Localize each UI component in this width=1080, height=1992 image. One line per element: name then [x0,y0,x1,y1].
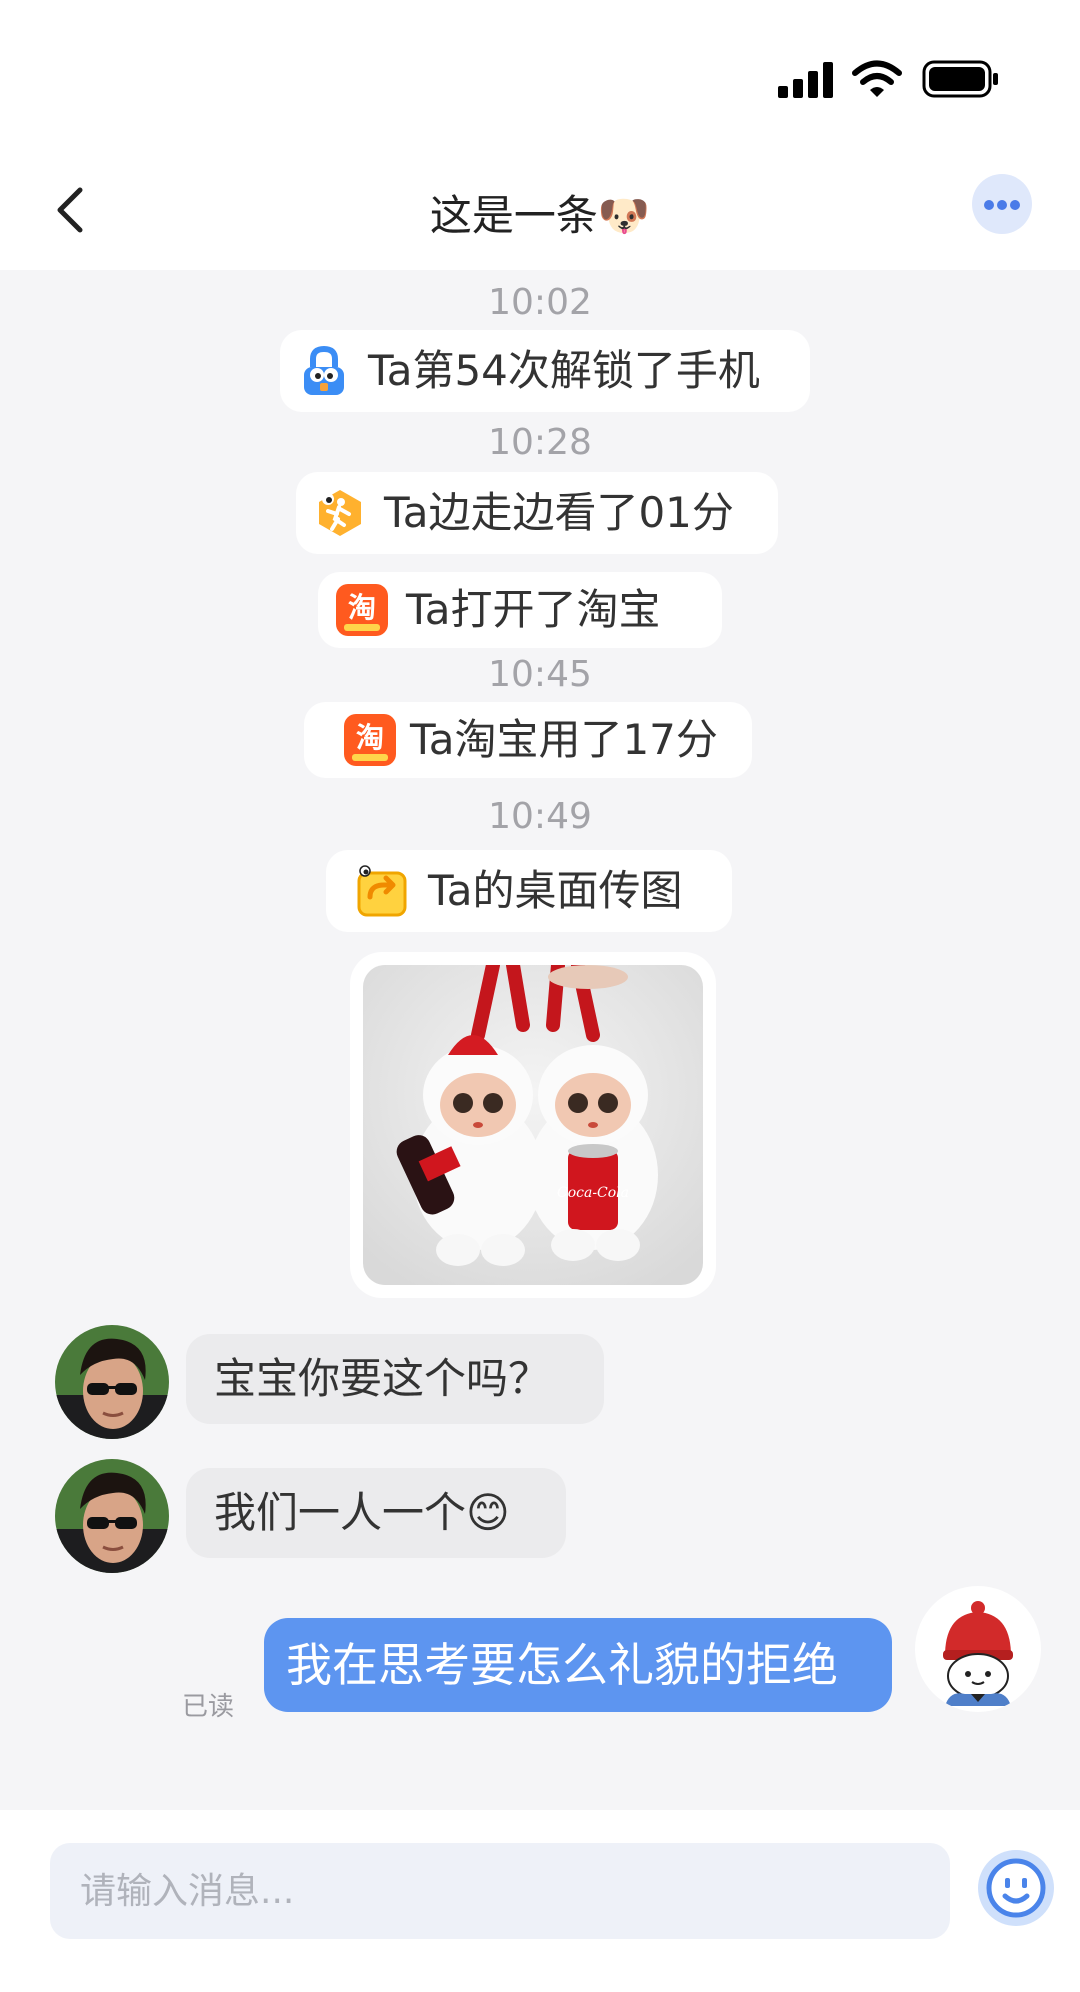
shared-image[interactable]: Coca-Cola [363,965,703,1285]
signal-icon [778,62,833,98]
read-receipt: 已读 [182,1692,235,1722]
event-text: Ta的桌面传图 [428,866,683,915]
event-text: Ta边走边看了01分 [384,488,734,537]
timestamp: 10:49 [488,796,592,837]
incoming-message: 宝宝你要这个吗？ [186,1334,604,1424]
my-avatar[interactable] [915,1586,1041,1712]
chat-header: 这是一条🐶 [0,150,1080,270]
message-composer [0,1810,1080,1992]
emoji-button[interactable] [978,1850,1054,1926]
more-options-button[interactable] [972,174,1032,234]
activity-event: Ta第54次解锁了手机 [280,330,810,412]
incoming-message: 我们一人一个😊 [186,1468,566,1558]
event-text: Ta第54次解锁了手机 [368,346,760,395]
shared-image-card[interactable]: Coca-Cola [350,952,716,1298]
message-input[interactable] [50,1843,950,1939]
activity-event: 淘 Ta打开了淘宝 [318,572,722,648]
activity-event: Ta的桌面传图 [326,850,732,932]
wifi-icon [852,60,902,97]
walking-app-icon [319,490,361,536]
svg-text:淘: 淘 [356,721,384,754]
activity-event: Ta边走边看了01分 [296,472,778,554]
event-text: Ta打开了淘宝 [406,585,661,634]
contact-avatar[interactable] [55,1325,169,1439]
timestamp: 10:45 [488,654,592,695]
timestamp: 10:28 [488,422,592,463]
timestamp: 10:02 [488,282,592,323]
taobao-icon: 淘 [336,584,388,636]
shared-image-brand: Coca-Cola [557,1185,629,1201]
outgoing-message: 我在思考要怎么礼貌的拒绝 [264,1618,892,1712]
event-text: Ta淘宝用了17分 [410,715,718,764]
contact-avatar[interactable] [55,1459,169,1573]
status-bar [0,0,1080,150]
battery-icon [922,60,998,98]
svg-text:淘: 淘 [348,591,376,624]
taobao-icon: 淘 [344,714,396,766]
lock-app-icon [304,345,344,395]
chat-title: 这是一条🐶 [429,191,651,240]
share-screen-icon [357,865,407,917]
activity-event: 淘 Ta淘宝用了17分 [304,702,752,778]
